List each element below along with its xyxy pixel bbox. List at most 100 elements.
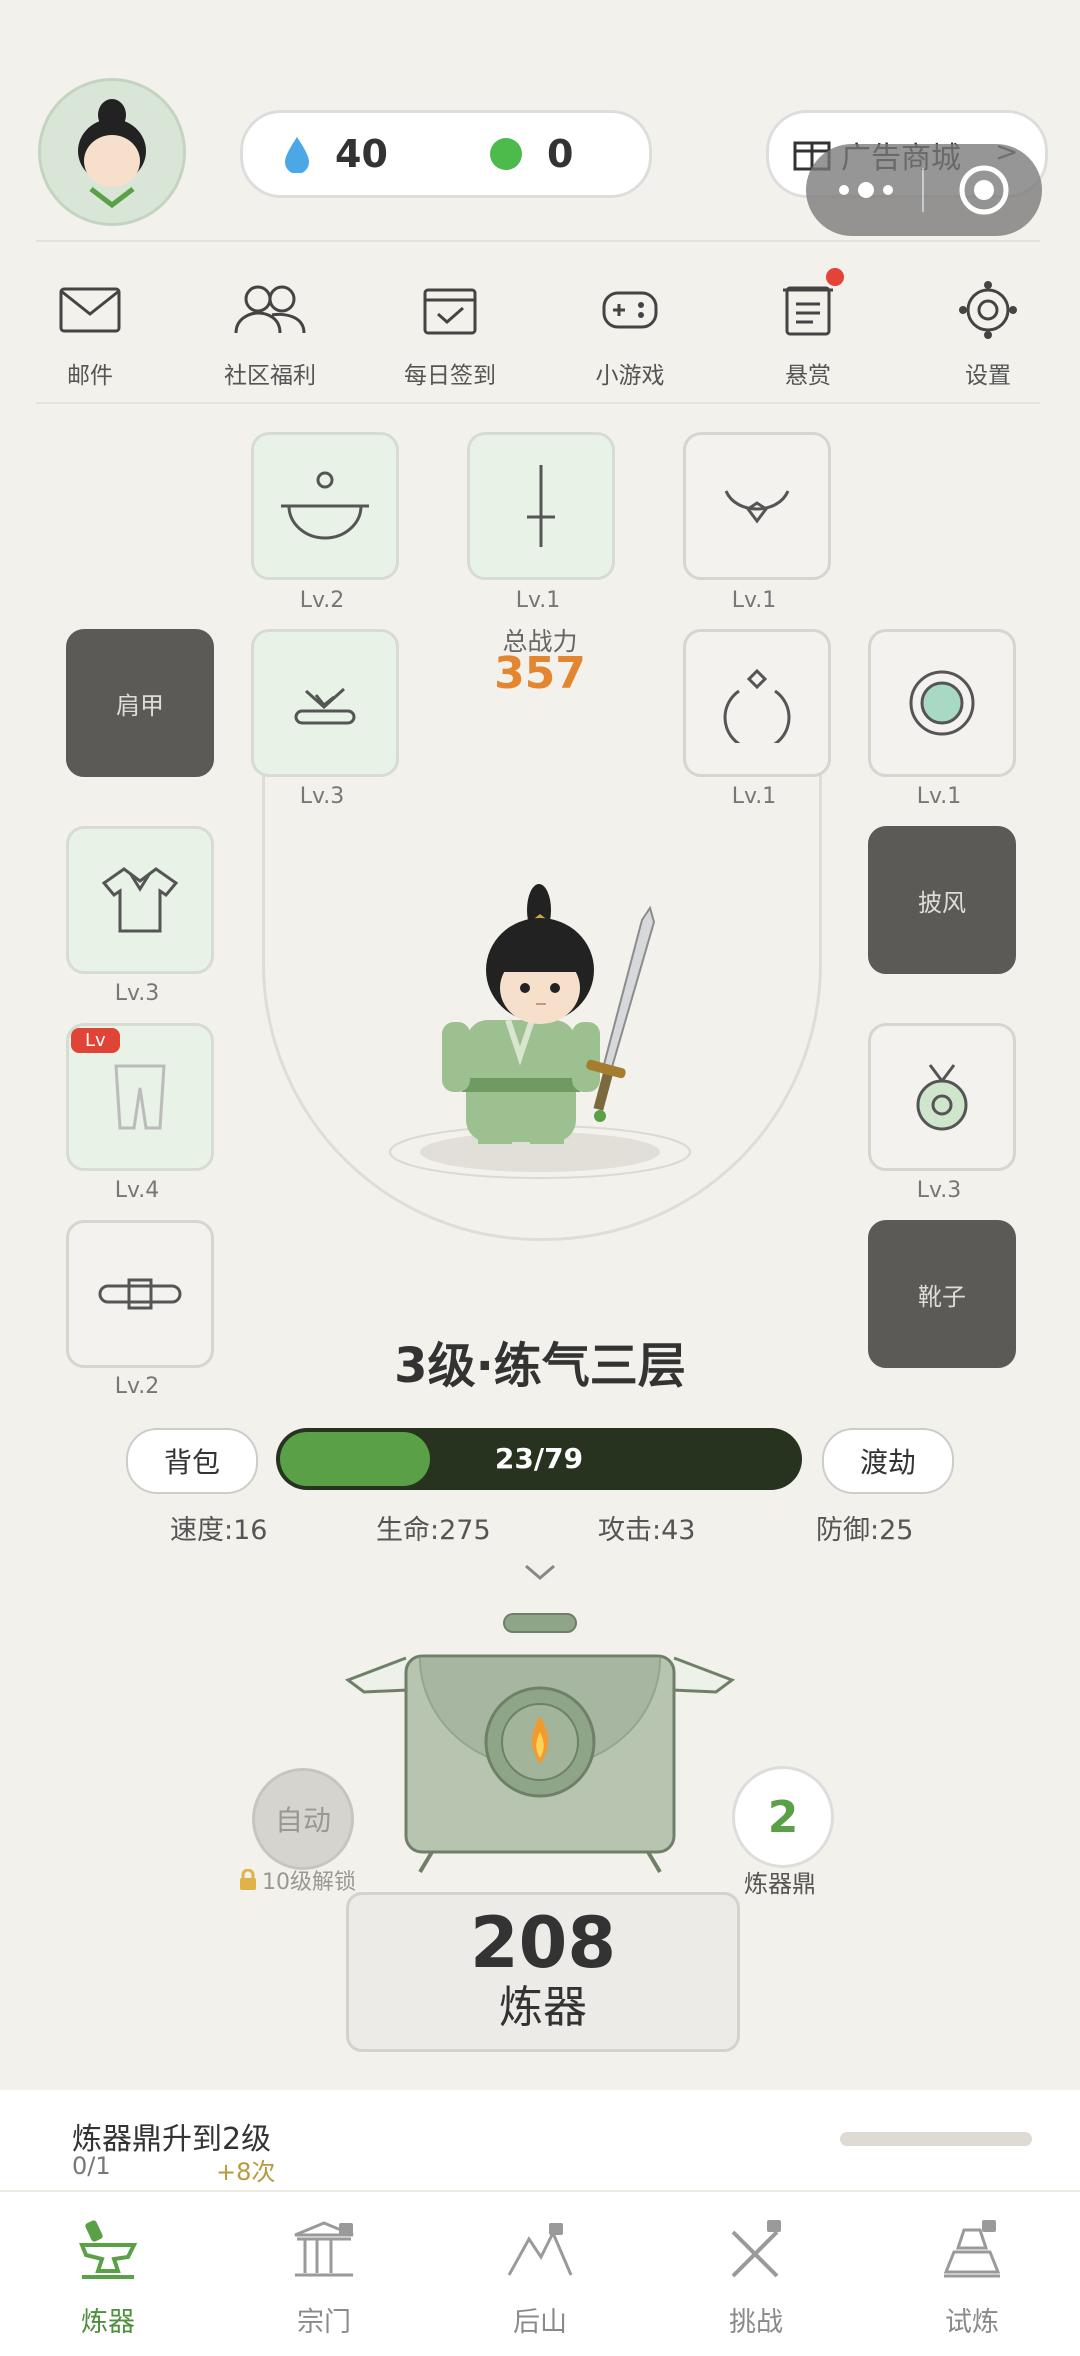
equip-jade-level: Lv.1 (916, 784, 962, 809)
necklace-icon (724, 490, 790, 524)
tribulation-button[interactable]: 渡劫 (822, 1428, 954, 1494)
sword-icon (527, 465, 555, 547)
tab-forge-label: 炼器 (81, 2307, 135, 2338)
equip-slot-ring[interactable] (683, 629, 831, 777)
tab-trial[interactable]: 试炼 (902, 2210, 1042, 2339)
settings-icon (959, 281, 1017, 339)
auto-lock-text: 10级解锁 (262, 1870, 356, 1895)
auto-forge-label: 自动 (274, 1804, 331, 1837)
nav-mail-label: 邮件 (67, 363, 113, 389)
tab-mountain[interactable]: 后山 (470, 2210, 610, 2339)
stat-speed: 速度:16 (170, 1515, 268, 1546)
tab-mountain-label: 后山 (513, 2307, 567, 2338)
equip-slot-pendant[interactable] (868, 1023, 1016, 1171)
equip-ring-level: Lv.1 (731, 784, 777, 809)
stat-attack: 攻击:43 (598, 1515, 696, 1546)
realm-title: 3级·练气三层 (394, 1338, 686, 1394)
quest-progress-bar (840, 2132, 1032, 2146)
capsule-divider (922, 168, 924, 212)
equip-slot-necklace[interactable] (683, 432, 831, 580)
crossed-swords-icon (731, 2220, 781, 2278)
equip-slot-pants[interactable]: Lv (66, 1023, 214, 1171)
more-dots-icon[interactable] (836, 178, 896, 202)
equip-slot-sword[interactable] (467, 432, 615, 580)
mini-program-capsule (806, 144, 1042, 236)
equip-slot-robe[interactable] (66, 826, 214, 974)
nav-minigame[interactable]: 小游戏 (560, 270, 700, 390)
equip-hat-level: Lv.2 (299, 588, 345, 613)
equip-sword-level: Lv.1 (515, 588, 561, 613)
header-divider (36, 240, 1040, 242)
cauldron-level-button[interactable]: 2 (732, 1766, 834, 1868)
xp-progress-text: 23/79 (494, 1442, 584, 1475)
equip-slot-hairpin[interactable] (251, 629, 399, 777)
belt-icon (98, 1278, 182, 1310)
xp-progress-bar: 23/79 (276, 1428, 802, 1490)
forge-button[interactable]: 208 炼器 (346, 1892, 740, 2052)
pagoda-icon (943, 2220, 1001, 2278)
equip-slot-boots[interactable]: 靴子 (868, 1220, 1016, 1368)
lock-icon (240, 1869, 256, 1890)
ring-icon (723, 668, 791, 743)
equip-belt-level: Lv.2 (114, 1374, 160, 1399)
close-target-icon[interactable] (958, 164, 1010, 216)
mail-icon (59, 287, 121, 333)
gamepad-icon (602, 291, 658, 329)
avatar-portrait-icon (78, 99, 146, 209)
hairpin-icon (294, 687, 356, 725)
equip-slot-cape[interactable]: 披风 (868, 826, 1016, 974)
nav-minigame-label: 小游戏 (595, 363, 665, 389)
auto-forge-button[interactable]: 自动 (252, 1768, 354, 1870)
jade-orb-icon (909, 670, 975, 736)
tab-sect-label: 宗门 (297, 2307, 351, 2338)
auto-lock-hint: 10级解锁 (238, 1864, 356, 1896)
nav-mail[interactable]: 邮件 (20, 270, 160, 390)
nav-community-label: 社区福利 (224, 363, 316, 389)
equip-hairpin-level: Lv.3 (299, 784, 345, 809)
nav-checkin[interactable]: 每日签到 (380, 270, 520, 390)
nav-settings[interactable]: 设置 (918, 270, 1058, 390)
equip-necklace-level: Lv.1 (731, 588, 777, 613)
stat-defense: 防御:25 (816, 1515, 914, 1546)
hat-icon (281, 471, 369, 540)
equip-robe-level: Lv.3 (114, 981, 160, 1006)
pendant-icon (916, 1064, 968, 1131)
cauldron-level-value: 2 (767, 1791, 799, 1843)
water-count: 40 (335, 132, 388, 176)
checkin-icon (423, 288, 477, 335)
bounty-notification-dot (826, 268, 844, 286)
tab-sect[interactable]: 宗门 (254, 2210, 394, 2339)
water-drop-icon (285, 137, 309, 173)
forge-label: 炼器 (499, 1982, 587, 2033)
green-orb-icon (490, 138, 522, 170)
anvil-icon (79, 2220, 138, 2279)
tab-trial-label: 试炼 (945, 2307, 999, 2338)
tab-forge[interactable]: 炼器 (38, 2210, 178, 2339)
chevron-down-icon[interactable] (522, 1562, 558, 1582)
equip-slot-jade[interactable] (868, 629, 1016, 777)
nav-bounty-label: 悬赏 (785, 363, 831, 389)
nav-divider (36, 402, 1040, 404)
forge-count: 208 (469, 1902, 617, 1984)
tab-challenge[interactable]: 挑战 (686, 2210, 826, 2339)
equip-slot-shoulder[interactable]: 肩甲 (66, 629, 214, 777)
equip-pants-level: Lv.4 (114, 1178, 160, 1203)
cauldron-label: 炼器鼎 (744, 1870, 816, 1898)
gem-count: 0 (547, 132, 574, 176)
bag-button[interactable]: 背包 (126, 1428, 258, 1494)
player-avatar[interactable] (38, 78, 186, 226)
pants-icon (114, 1064, 166, 1130)
total-power-value: 357 (494, 648, 586, 699)
equip-slot-hat[interactable] (251, 432, 399, 580)
forge-cauldron-icon[interactable] (340, 1610, 740, 1880)
equip-pendant-level: Lv.3 (916, 1178, 962, 1203)
quest-progress: 0/1 (72, 2152, 111, 2180)
tab-challenge-label: 挑战 (729, 2307, 783, 2338)
equip-slot-belt[interactable] (66, 1220, 214, 1368)
robe-icon (101, 867, 179, 933)
nav-community[interactable]: 社区福利 (200, 270, 340, 390)
stat-hp: 生命:275 (376, 1515, 491, 1546)
nav-bounty[interactable]: 悬赏 (738, 268, 878, 390)
nav-settings-label: 设置 (965, 363, 1011, 389)
gem-resource: 0 (489, 113, 573, 195)
